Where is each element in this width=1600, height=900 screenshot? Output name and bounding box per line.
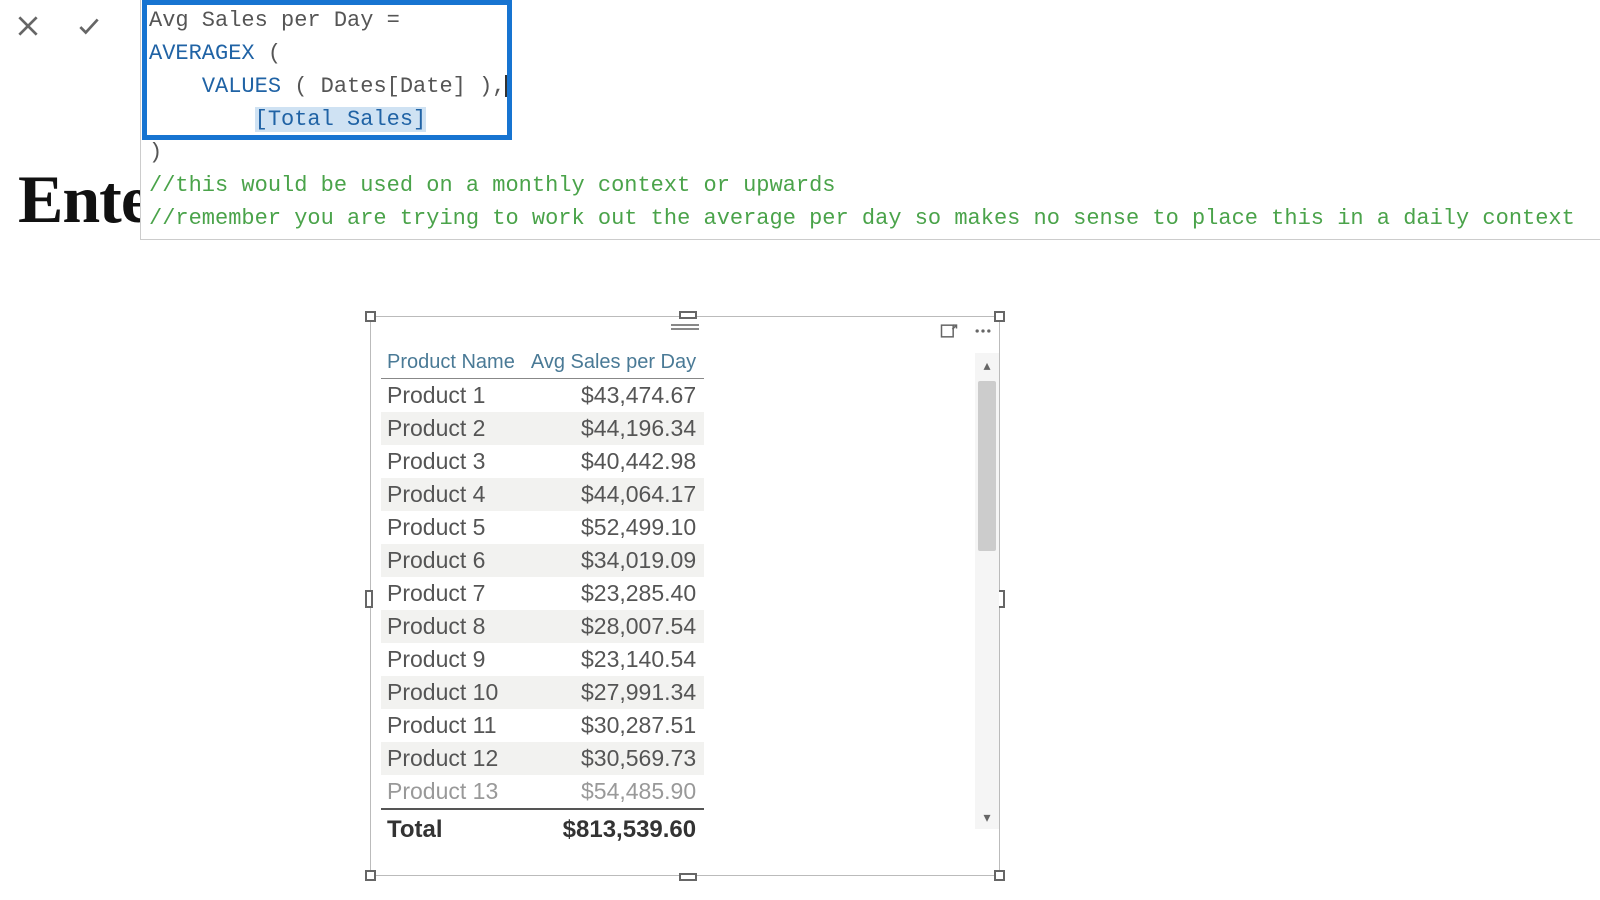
data-table: Product Name Avg Sales per Day Product 1… bbox=[381, 347, 704, 847]
column-header-avg[interactable]: Avg Sales per Day bbox=[525, 347, 704, 379]
formula-bar[interactable]: Avg Sales per Day = AVERAGEX ( VALUES ( … bbox=[140, 0, 1600, 240]
cancel-button[interactable] bbox=[10, 8, 46, 44]
cell-product-name: Product 13 bbox=[381, 775, 525, 809]
check-icon bbox=[76, 13, 102, 39]
formula-measure-ref: [Total Sales] bbox=[255, 107, 427, 132]
total-label: Total bbox=[381, 809, 525, 847]
table-row[interactable]: Product 13$54,485.90 bbox=[381, 775, 704, 809]
table-row[interactable]: Product 11$30,287.51 bbox=[381, 709, 704, 742]
cell-product-name: Product 5 bbox=[381, 511, 525, 544]
scroll-down-icon[interactable]: ▾ bbox=[975, 805, 999, 829]
table-row[interactable]: Product 2$44,196.34 bbox=[381, 412, 704, 445]
cell-product-name: Product 9 bbox=[381, 643, 525, 676]
more-options-button[interactable] bbox=[973, 321, 993, 346]
focus-icon bbox=[939, 321, 959, 341]
cell-product-name: Product 8 bbox=[381, 610, 525, 643]
focus-mode-button[interactable] bbox=[939, 321, 959, 346]
column-header-product[interactable]: Product Name bbox=[381, 347, 525, 379]
cell-product-name: Product 4 bbox=[381, 478, 525, 511]
cell-avg-sales: $23,140.54 bbox=[525, 643, 704, 676]
formula-fn-averagex: AVERAGEX bbox=[149, 41, 255, 66]
table-row[interactable]: Product 5$52,499.10 bbox=[381, 511, 704, 544]
table-row[interactable]: Product 8$28,007.54 bbox=[381, 610, 704, 643]
page-title: Ente bbox=[18, 160, 150, 239]
scroll-thumb[interactable] bbox=[978, 381, 996, 551]
cell-avg-sales: $27,991.34 bbox=[525, 676, 704, 709]
resize-handle[interactable] bbox=[994, 870, 1005, 881]
resize-handle[interactable] bbox=[365, 590, 373, 608]
table-row[interactable]: Product 9$23,140.54 bbox=[381, 643, 704, 676]
formula-comment: //remember you are trying to work out th… bbox=[149, 206, 1575, 231]
resize-handle[interactable] bbox=[365, 870, 376, 881]
text-caret bbox=[505, 75, 507, 97]
cell-product-name: Product 2 bbox=[381, 412, 525, 445]
drag-grip-icon[interactable] bbox=[671, 323, 699, 331]
cell-avg-sales: $40,442.98 bbox=[525, 445, 704, 478]
cell-avg-sales: $30,569.73 bbox=[525, 742, 704, 775]
total-value: $813,539.60 bbox=[525, 809, 704, 847]
scroll-up-icon[interactable]: ▴ bbox=[975, 353, 999, 377]
table-row[interactable]: Product 1$43,474.67 bbox=[381, 379, 704, 413]
cell-product-name: Product 11 bbox=[381, 709, 525, 742]
formula-comment: //this would be used on a monthly contex… bbox=[149, 173, 836, 198]
cell-avg-sales: $30,287.51 bbox=[525, 709, 704, 742]
commit-button[interactable] bbox=[71, 8, 107, 44]
formula-fn-values: VALUES bbox=[202, 74, 281, 99]
table-row[interactable]: Product 10$27,991.34 bbox=[381, 676, 704, 709]
cell-avg-sales: $54,485.90 bbox=[525, 775, 704, 809]
table-visual[interactable]: Product Name Avg Sales per Day Product 1… bbox=[370, 316, 1000, 876]
table-row[interactable]: Product 12$30,569.73 bbox=[381, 742, 704, 775]
cell-avg-sales: $52,499.10 bbox=[525, 511, 704, 544]
cell-product-name: Product 3 bbox=[381, 445, 525, 478]
cell-product-name: Product 6 bbox=[381, 544, 525, 577]
cell-avg-sales: $28,007.54 bbox=[525, 610, 704, 643]
cell-product-name: Product 7 bbox=[381, 577, 525, 610]
cell-avg-sales: $34,019.09 bbox=[525, 544, 704, 577]
table-row[interactable]: Product 6$34,019.09 bbox=[381, 544, 704, 577]
cell-product-name: Product 10 bbox=[381, 676, 525, 709]
table-row[interactable]: Product 3$40,442.98 bbox=[381, 445, 704, 478]
close-icon bbox=[15, 13, 41, 39]
cell-avg-sales: $44,196.34 bbox=[525, 412, 704, 445]
formula-measure-name: Avg Sales per Day = bbox=[149, 8, 413, 33]
table-row[interactable]: Product 4$44,064.17 bbox=[381, 478, 704, 511]
vertical-scrollbar[interactable]: ▴ ▾ bbox=[975, 353, 999, 829]
cell-avg-sales: $44,064.17 bbox=[525, 478, 704, 511]
cell-avg-sales: $43,474.67 bbox=[525, 379, 704, 413]
ellipsis-icon bbox=[973, 321, 993, 341]
visual-header bbox=[371, 317, 999, 343]
cell-avg-sales: $23,285.40 bbox=[525, 577, 704, 610]
resize-handle[interactable] bbox=[679, 873, 697, 881]
table-row[interactable]: Product 7$23,285.40 bbox=[381, 577, 704, 610]
cell-product-name: Product 12 bbox=[381, 742, 525, 775]
cell-product-name: Product 1 bbox=[381, 379, 525, 413]
